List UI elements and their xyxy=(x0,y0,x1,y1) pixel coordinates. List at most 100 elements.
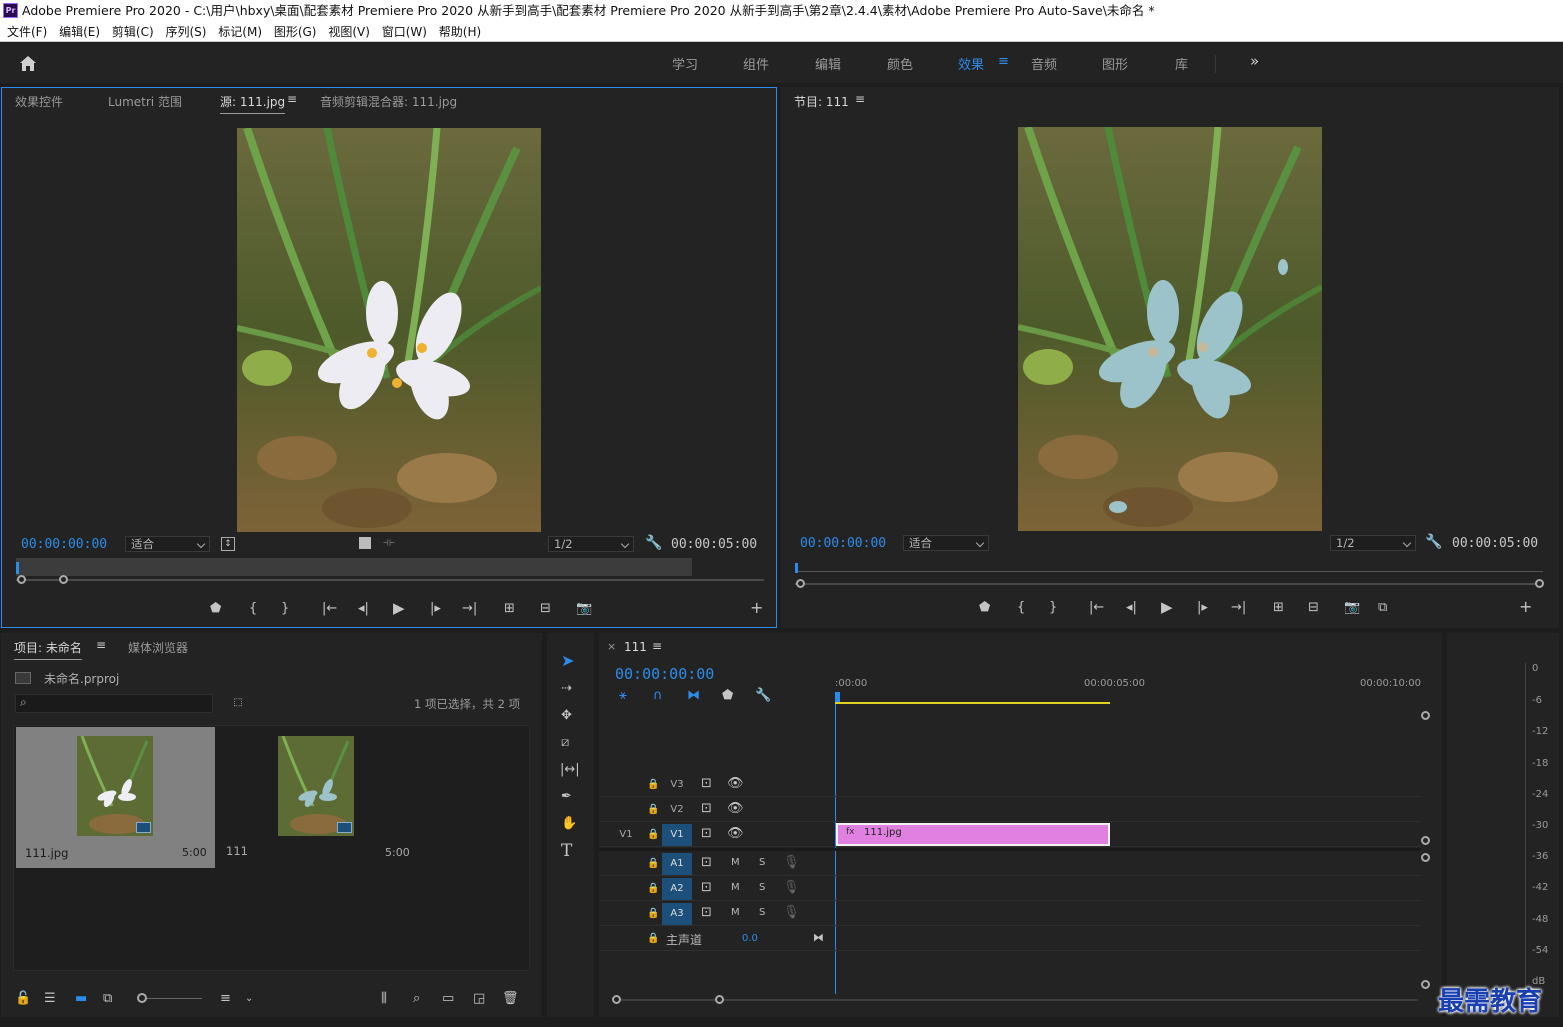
timeline-settings-icon[interactable]: 🔧 xyxy=(755,688,771,704)
lock-bin-icon[interactable]: 🔓 xyxy=(15,991,31,1007)
timeline-close-icon[interactable]: × xyxy=(607,640,616,653)
overwrite-icon[interactable]: ⊟ xyxy=(540,601,551,617)
pen-tool-icon[interactable]: ✒ xyxy=(561,789,572,805)
a3-mute-button[interactable]: M xyxy=(731,907,740,918)
go-to-in-icon[interactable]: |← xyxy=(322,601,337,617)
sort-dropdown-icon[interactable]: ⌄ xyxy=(245,991,253,1007)
menu-markers[interactable]: 标记(M) xyxy=(218,22,262,42)
program-mark-out-icon[interactable]: } xyxy=(1049,600,1057,616)
source-current-timecode[interactable]: 00:00:00:00 xyxy=(21,537,107,552)
v1-visibility-icon[interactable]: 👁 xyxy=(727,826,744,842)
program-add-marker-icon[interactable]: ⬟ xyxy=(979,600,990,616)
a2-voiceover-icon[interactable]: 🎙 xyxy=(783,880,800,896)
workspace-menu-icon[interactable]: ≡ xyxy=(998,54,1009,69)
video-scroll-bottom-handle[interactable] xyxy=(1421,836,1430,845)
program-wrench-icon[interactable]: 🔧 xyxy=(1425,534,1442,550)
timeline-scroll-left-handle[interactable] xyxy=(612,995,621,1004)
source-button-editor-icon[interactable]: + xyxy=(750,600,763,616)
add-marker-icon[interactable]: ⬟ xyxy=(210,601,221,617)
tab-source[interactable]: 源: 111.jpg xyxy=(220,93,286,114)
v3-lock-icon[interactable]: 🔒 xyxy=(647,777,659,793)
program-button-editor-icon[interactable]: + xyxy=(1519,599,1532,615)
a2-lock-icon[interactable]: 🔒 xyxy=(647,881,659,897)
source-wrench-icon[interactable]: 🔧 xyxy=(645,535,662,551)
new-item-icon[interactable]: ◲ xyxy=(473,991,485,1007)
razor-tool-icon[interactable]: ⧄ xyxy=(561,735,569,751)
a2-solo-button[interactable]: S xyxy=(759,882,765,893)
project-item-clip[interactable]: 111.jpg 5:00 xyxy=(16,727,215,868)
program-go-to-in-icon[interactable]: |← xyxy=(1089,600,1104,616)
source-resolution-dropdown[interactable]: 1/2 xyxy=(548,536,634,552)
source-zoom-dropdown[interactable]: 适合 xyxy=(125,536,210,552)
program-time-ruler[interactable] xyxy=(795,571,1543,572)
menu-clip[interactable]: 剪辑(C) xyxy=(112,22,154,42)
new-search-bin-icon[interactable]: ⬚ xyxy=(230,695,246,709)
type-tool-icon[interactable]: T xyxy=(561,843,572,860)
workspace-overflow-icon[interactable]: » xyxy=(1250,52,1259,70)
a1-solo-button[interactable]: S xyxy=(759,857,765,868)
timeline-playhead-head[interactable] xyxy=(835,692,840,702)
work-area-bar[interactable] xyxy=(835,702,1110,704)
zoom-slider-handle[interactable] xyxy=(137,993,147,1003)
workspace-assembly[interactable]: 组件 xyxy=(743,54,769,73)
audio-scroll-bottom-handle[interactable] xyxy=(1421,980,1430,989)
step-forward-icon[interactable]: |▸ xyxy=(430,601,441,617)
automate-to-sequence-icon[interactable]: ⫼ xyxy=(381,991,387,1007)
menu-window[interactable]: 窗口(W) xyxy=(382,22,427,42)
a1-voiceover-icon[interactable]: 🎙 xyxy=(783,855,800,871)
menu-graphics[interactable]: 图形(G) xyxy=(274,22,317,42)
program-scroll-handle-right[interactable] xyxy=(1535,579,1544,588)
program-mark-in-icon[interactable]: { xyxy=(1017,600,1025,616)
program-go-to-out-icon[interactable]: →| xyxy=(1231,600,1246,616)
a3-sync-icon[interactable]: ⊡ xyxy=(701,905,712,921)
timeline-clip[interactable]: fx 111.jpg xyxy=(836,823,1110,846)
source-insert-icon[interactable]: ↕ xyxy=(221,537,235,551)
source-time-ruler[interactable] xyxy=(16,558,692,576)
go-to-out-icon[interactable]: →| xyxy=(462,601,477,617)
new-bin-icon[interactable]: ▭ xyxy=(442,991,454,1007)
a3-voiceover-icon[interactable]: 🎙 xyxy=(783,905,800,921)
selection-tool-icon[interactable]: ➤ xyxy=(561,653,574,669)
slip-tool-icon[interactable]: |↔| xyxy=(560,762,580,778)
workspace-editing[interactable]: 编辑 xyxy=(815,54,841,73)
video-scroll-top-handle[interactable] xyxy=(1421,711,1430,720)
home-icon[interactable] xyxy=(19,55,37,72)
a1-mute-button[interactable]: M xyxy=(731,857,740,868)
program-play-icon[interactable]: ▶ xyxy=(1161,599,1173,615)
drag-video-icon[interactable] xyxy=(359,537,371,549)
workspace-effects[interactable]: 效果 xyxy=(958,54,984,73)
a3-solo-button[interactable]: S xyxy=(759,907,765,918)
source-tab-menu-icon[interactable]: ≡ xyxy=(287,92,297,106)
timeline-timecode[interactable]: 00:00:00:00 xyxy=(615,665,714,683)
timeline-horizontal-scrollbar[interactable] xyxy=(613,999,1418,1001)
v1-source-patch[interactable]: V1 xyxy=(611,824,641,846)
insert-icon[interactable]: ⊞ xyxy=(504,601,515,617)
sort-icon[interactable]: ≡ xyxy=(220,991,231,1007)
master-lock-icon[interactable]: 🔒 xyxy=(647,931,659,947)
find-icon[interactable]: ⌕ xyxy=(413,991,420,1007)
timeline-scroll-right-handle[interactable] xyxy=(715,995,724,1004)
project-tab-menu-icon[interactable]: ≡ xyxy=(96,638,106,652)
nest-toggle-icon[interactable]: ⚹ xyxy=(619,688,627,704)
a1-target[interactable]: A1 xyxy=(662,853,692,875)
snap-icon[interactable]: ∩ xyxy=(653,688,663,704)
linked-selection-icon[interactable]: ⧓ xyxy=(687,688,700,704)
source-zoom-scrollbar[interactable] xyxy=(16,579,764,581)
source-scroll-handle-right[interactable] xyxy=(59,575,68,584)
v1-lock-icon[interactable]: 🔒 xyxy=(647,827,659,843)
a2-sync-icon[interactable]: ⊡ xyxy=(701,880,712,896)
master-go-to-edit-icon[interactable]: ⧓ xyxy=(813,930,824,946)
v3-visibility-icon[interactable]: 👁 xyxy=(727,776,744,792)
v3-target[interactable]: V3 xyxy=(662,774,692,796)
step-back-icon[interactable]: ◂| xyxy=(358,601,369,617)
project-item-sequence[interactable]: 111 5:00 xyxy=(217,727,414,868)
workspace-graphics[interactable]: 图形 xyxy=(1102,54,1128,73)
track-select-tool-icon[interactable]: ⇢ xyxy=(561,681,572,697)
a1-sync-icon[interactable]: ⊡ xyxy=(701,855,712,871)
program-playhead[interactable] xyxy=(795,563,798,573)
workspace-libraries[interactable]: 库 xyxy=(1175,54,1188,73)
freeform-view-icon[interactable]: ⧉ xyxy=(103,991,112,1007)
extract-icon[interactable]: ⊟ xyxy=(1308,600,1319,616)
workspace-audio[interactable]: 音频 xyxy=(1031,54,1057,73)
menu-file[interactable]: 文件(F) xyxy=(7,22,47,42)
